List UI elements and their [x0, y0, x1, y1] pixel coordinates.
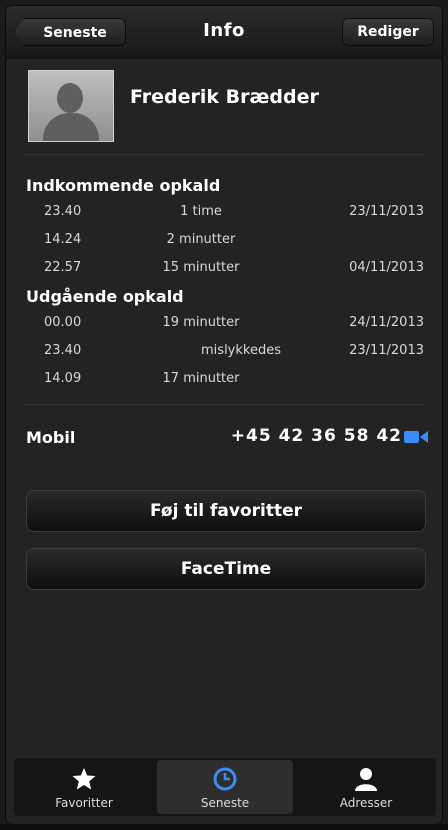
call-row: 14.09 17 minutter — [26, 371, 426, 391]
call-duration: 1 time — [180, 204, 222, 219]
person-icon — [355, 768, 377, 791]
call-time: 23.40 — [44, 204, 82, 219]
contact-name: Frederik Brædder — [130, 86, 319, 108]
tab-contacts[interactable]: Adresser — [298, 760, 434, 814]
call-row: 23.40 mislykkedes 23/11/2013 — [26, 343, 426, 363]
add-to-favorites-button[interactable]: Føj til favoritter — [26, 490, 426, 532]
avatar-body-shape — [43, 113, 99, 141]
bottom-edge — [0, 824, 448, 830]
clock-icon — [213, 767, 237, 791]
facetime-button[interactable]: FaceTime — [26, 548, 426, 590]
phone-label: Mobil — [26, 428, 76, 447]
navigation-bar: Seneste Info Rediger — [6, 6, 442, 59]
call-row: 22.57 15 minutter 04/11/2013 — [26, 260, 426, 280]
divider — [22, 154, 426, 155]
call-time: 14.24 — [44, 232, 82, 247]
video-camera-icon[interactable] — [404, 430, 428, 444]
call-duration: 17 minutter — [162, 371, 240, 386]
divider — [22, 404, 426, 405]
call-row: 00.00 19 minutter 24/11/2013 — [26, 315, 426, 335]
call-date: 23/11/2013 — [349, 343, 424, 358]
tab-favorites[interactable]: Favoritter — [16, 760, 152, 814]
call-time: 23.40 — [44, 343, 82, 358]
tab-label: Seneste — [200, 796, 250, 810]
tab-bar: Favoritter Seneste Adresser — [14, 758, 436, 816]
avatar — [28, 70, 114, 142]
call-duration: mislykkedes — [201, 343, 281, 358]
phone-screen: Seneste Info Rediger Frederik Brædder In… — [6, 6, 442, 824]
incoming-calls-title: Indkommende opkald — [26, 176, 221, 195]
outgoing-calls-title: Udgående opkald — [26, 287, 184, 306]
call-duration: 15 minutter — [162, 260, 240, 275]
edit-button[interactable]: Rediger — [342, 18, 434, 46]
tab-recents[interactable]: Seneste — [157, 760, 293, 814]
call-date: 04/11/2013 — [349, 260, 424, 275]
call-row: 14.24 2 minutter — [26, 232, 426, 252]
call-time: 14.09 — [44, 371, 82, 386]
phone-number[interactable]: +45 42 36 58 42 — [231, 426, 402, 446]
call-duration: 2 minutter — [166, 232, 236, 247]
tab-label: Favoritter — [55, 796, 113, 810]
call-date: 24/11/2013 — [349, 315, 424, 330]
call-time: 00.00 — [44, 315, 82, 330]
tab-label: Adresser — [339, 796, 393, 810]
call-row: 23.40 1 time 23/11/2013 — [26, 204, 426, 224]
call-time: 22.57 — [44, 260, 82, 275]
star-icon — [72, 768, 96, 790]
call-duration: 19 minutter — [162, 315, 240, 330]
call-date: 23/11/2013 — [349, 204, 424, 219]
avatar-head-shape — [57, 83, 83, 113]
